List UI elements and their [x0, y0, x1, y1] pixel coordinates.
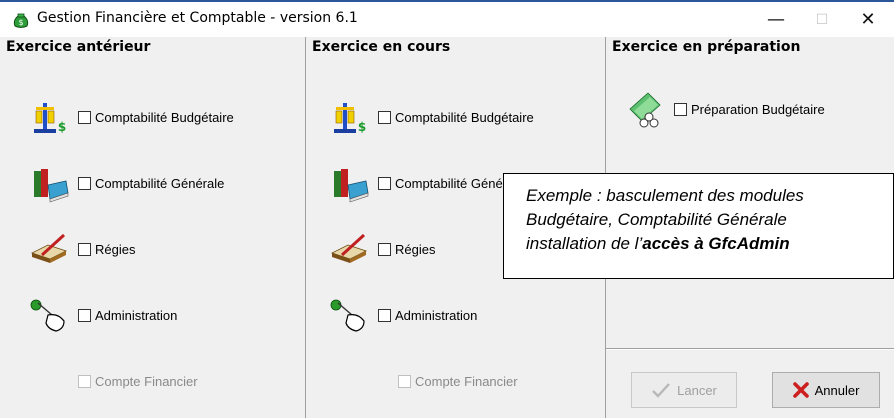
- option-financial-account: Compte Financier: [306, 361, 518, 401]
- divider: [606, 348, 894, 350]
- checkbox[interactable]: [78, 308, 91, 322]
- annotation-line: Exemple : basculement des modules: [526, 186, 804, 205]
- hand-key-icon: [330, 299, 365, 332]
- option-financial-account: Compte Financier: [0, 361, 198, 401]
- check-icon: [652, 383, 671, 398]
- books-icon: [34, 169, 69, 203]
- option-administration[interactable]: Administration: [0, 295, 177, 335]
- money-coins-icon: [629, 92, 661, 128]
- launch-button-label: Lancer: [677, 382, 717, 398]
- hand-key-icon: [30, 299, 65, 332]
- money-bag-icon: $: [13, 13, 29, 28]
- minimize-button[interactable]: —: [753, 2, 799, 37]
- cancel-button-label: Annuler: [814, 382, 860, 398]
- panel-header: Exercice en préparation: [612, 39, 801, 55]
- annotation-text: installation de l’: [526, 234, 643, 253]
- option-label: Comptabilité Budgétaire: [95, 109, 234, 125]
- annotation-box: Exemple : basculement des modules Budgét…: [503, 173, 894, 279]
- checkbox: [78, 374, 91, 388]
- option-label: Compte Financier: [415, 373, 518, 389]
- window-title: Gestion Financière et Comptable - versio…: [37, 10, 358, 26]
- launch-button: Lancer: [631, 372, 737, 408]
- title-bar[interactable]: $ Gestion Financière et Comptable - vers…: [0, 0, 894, 37]
- books-icon: [334, 169, 369, 203]
- budget-scale-icon: $: [34, 103, 66, 134]
- svg-text:$: $: [58, 120, 66, 134]
- option-label: Comptabilité Générale: [95, 175, 225, 191]
- option-label: Compte Financier: [95, 373, 198, 389]
- checkbox[interactable]: [378, 176, 391, 190]
- annotation-line: Budgétaire, Comptabilité Générale: [526, 210, 787, 229]
- budget-scale-icon: $: [334, 103, 366, 134]
- panel-header: Exercice antérieur: [6, 39, 151, 55]
- option-administration[interactable]: Administration: [306, 295, 477, 335]
- option-regies[interactable]: Régies: [306, 229, 435, 269]
- option-label: Préparation Budgétaire: [691, 101, 825, 117]
- option-budget-accounting[interactable]: $ Comptabilité Budgétaire: [0, 97, 234, 137]
- ledger-pen-icon: [330, 233, 368, 263]
- checkbox[interactable]: [378, 242, 391, 256]
- svg-text:$: $: [358, 120, 366, 134]
- option-regies[interactable]: Régies: [0, 229, 135, 269]
- panel-header: Exercice en cours: [312, 39, 451, 55]
- option-label: Régies: [395, 241, 436, 257]
- checkbox[interactable]: [78, 176, 91, 190]
- option-label: Comptabilité Budgétaire: [395, 109, 534, 125]
- panel-previous-year: Exercice antérieur $ Comptabilité Budgét…: [0, 37, 306, 418]
- checkbox[interactable]: [378, 110, 391, 124]
- annotation-line: installation de l’accès à GfcAdmin: [526, 232, 893, 256]
- option-label: Administration: [95, 307, 178, 323]
- option-budget-accounting[interactable]: $ Comptabilité Budgétaire: [306, 97, 534, 137]
- checkbox[interactable]: [378, 308, 391, 322]
- svg-text:$: $: [18, 18, 23, 27]
- checkbox[interactable]: [674, 102, 687, 116]
- option-general-accounting[interactable]: Comptabilité Générale: [306, 163, 524, 203]
- red-x-icon: [792, 382, 809, 398]
- option-label: Régies: [95, 241, 136, 257]
- option-general-accounting[interactable]: Comptabilité Générale: [0, 163, 224, 203]
- maximize-button: ☐: [815, 11, 829, 28]
- cancel-button[interactable]: Annuler: [772, 372, 880, 408]
- checkbox[interactable]: [78, 242, 91, 256]
- checkbox: [398, 374, 411, 388]
- checkbox[interactable]: [78, 110, 91, 124]
- ledger-pen-icon: [30, 233, 68, 263]
- annotation-bold-text: accès à GfcAdmin: [642, 234, 790, 253]
- option-label: Administration: [395, 307, 478, 323]
- option-budget-preparation[interactable]: Préparation Budgétaire: [606, 89, 825, 129]
- close-button[interactable]: ✕: [845, 2, 891, 37]
